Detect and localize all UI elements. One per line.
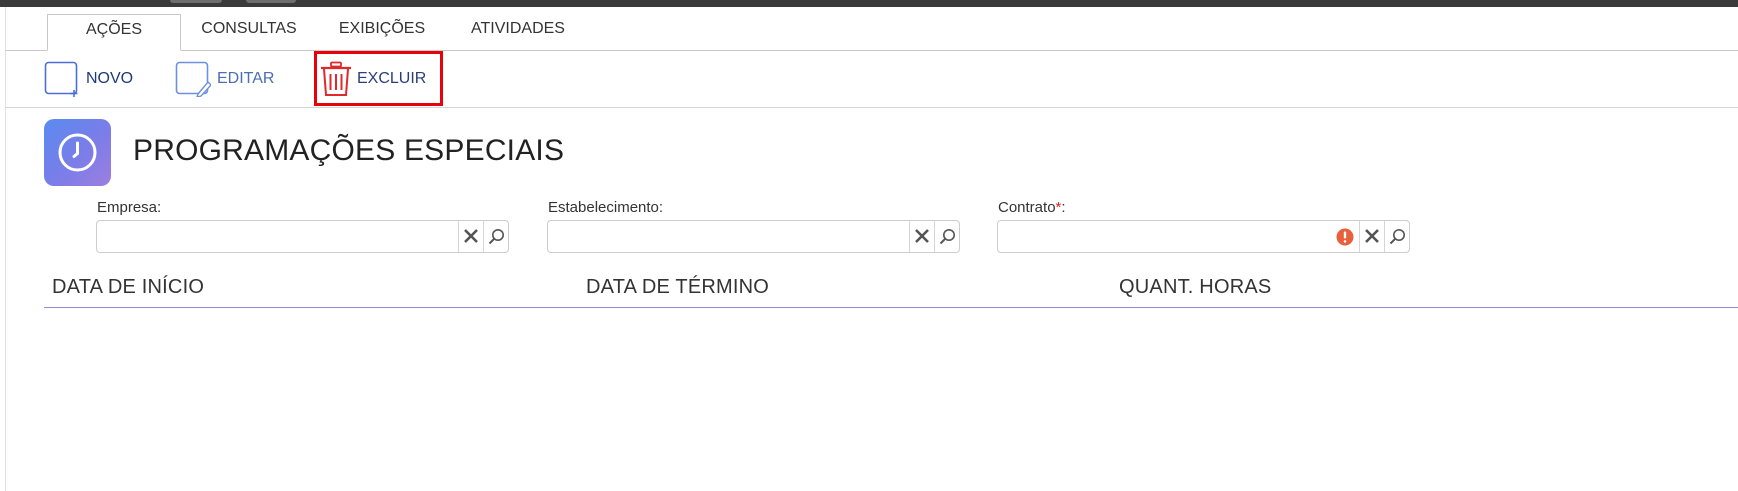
action-toolbar: NOVO EDITAR EXCLUIR (0, 51, 1738, 108)
toolbar-divider (5, 107, 1738, 108)
empresa-input[interactable] (97, 221, 457, 252)
tab-consultas[interactable]: CONSULTAS (197, 14, 301, 51)
empresa-field (96, 220, 509, 253)
empresa-clear-button[interactable] (458, 221, 484, 252)
page-title: PROGRAMAÇÕES ESPECIAIS (133, 134, 565, 167)
estabelecimento-clear-button[interactable] (909, 221, 935, 252)
tab-atividades[interactable]: ATIVIDADES (466, 14, 570, 51)
estabelecimento-input[interactable] (548, 221, 908, 252)
app-icon (44, 119, 111, 186)
top-bar-tab-stub (246, 0, 296, 3)
novo-button[interactable]: NOVO (44, 59, 134, 99)
contrato-field (997, 220, 1410, 253)
contrato-label: Contrato*: (998, 199, 1066, 216)
top-bar-tab-stub (170, 0, 222, 3)
empresa-label: Empresa: (97, 199, 162, 216)
estabelecimento-label: Estabelecimento: (548, 199, 664, 216)
column-header-data-inicio[interactable]: DATA DE INÍCIO (52, 276, 204, 299)
search-icon (488, 229, 504, 245)
clear-x-icon (1365, 229, 1379, 243)
clear-x-icon (915, 229, 929, 243)
contrato-input[interactable] (998, 221, 1333, 252)
clear-x-icon (464, 229, 478, 243)
error-icon (1336, 228, 1354, 246)
edit-document-icon (175, 61, 211, 97)
top-bar (0, 0, 1738, 7)
search-icon (1389, 229, 1405, 245)
estabelecimento-field (547, 220, 960, 253)
contrato-label-text: Contrato (998, 199, 1056, 216)
new-document-icon (44, 61, 78, 97)
column-header-quant-horas[interactable]: QUANT. HORAS (1119, 276, 1271, 299)
ribbon-tabs: AÇÕES CONSULTAS EXIBIÇÕES ATIVIDADES (0, 7, 1738, 51)
contrato-clear-button[interactable] (1359, 221, 1385, 252)
contrato-label-suffix: : (1061, 199, 1066, 216)
search-icon (939, 229, 955, 245)
tab-acoes[interactable]: AÇÕES (47, 14, 181, 51)
estabelecimento-search-button[interactable] (934, 221, 960, 252)
contrato-search-button[interactable] (1384, 221, 1410, 252)
tab-exibicoes[interactable]: EXIBIÇÕES (333, 14, 431, 51)
column-header-data-termino[interactable]: DATA DE TÉRMINO (586, 276, 769, 299)
novo-label: NOVO (86, 70, 134, 87)
editar-button[interactable]: EDITAR (175, 59, 275, 99)
excluir-highlight-box (314, 51, 443, 106)
empresa-search-button[interactable] (483, 221, 509, 252)
table-header-rule (44, 307, 1738, 308)
editar-label: EDITAR (217, 70, 275, 87)
clock-icon (58, 133, 97, 172)
